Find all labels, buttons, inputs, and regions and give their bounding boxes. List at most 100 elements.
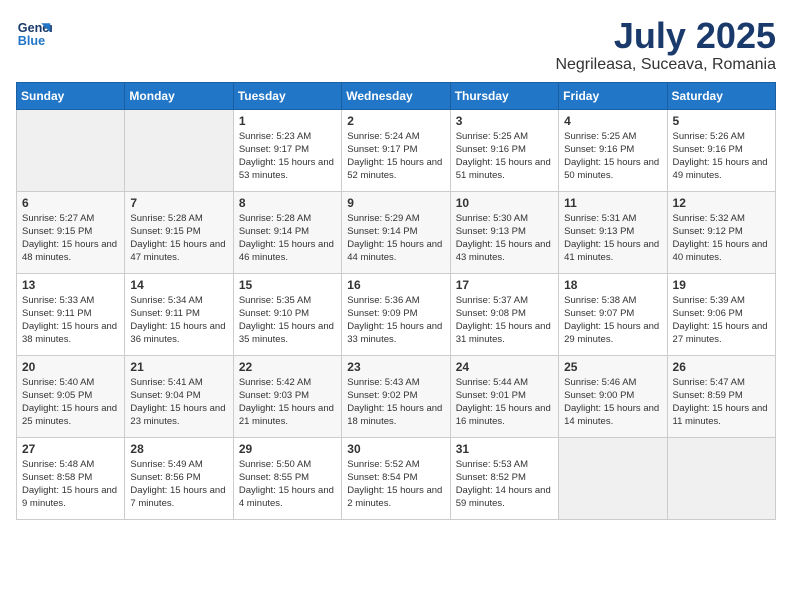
- logo: General Blue: [16, 16, 56, 52]
- calendar-cell: 19 Sunrise: 5:39 AM Sunset: 9:06 PM Dayli…: [667, 273, 775, 355]
- day-info: Sunrise: 5:34 AM Sunset: 9:11 PM Dayligh…: [130, 294, 227, 347]
- calendar-week-row: 20 Sunrise: 5:40 AM Sunset: 9:05 PM Dayli…: [17, 355, 776, 437]
- day-info: Sunrise: 5:42 AM Sunset: 9:03 PM Dayligh…: [239, 376, 336, 429]
- calendar-cell: 14Sunrise: 5:34 AM Sunset: 9:11 PM Dayli…: [125, 273, 233, 355]
- calendar-cell: 23 Sunrise: 5:43 AM Sunset: 9:02 PM Dayli…: [342, 355, 450, 437]
- day-number: 19: [673, 278, 770, 292]
- calendar-cell: 16Sunrise: 5:36 AM Sunset: 9:09 PM Dayli…: [342, 273, 450, 355]
- day-number: 15: [239, 278, 336, 292]
- weekday-header-monday: Monday: [125, 82, 233, 109]
- calendar-week-row: 6 Sunrise: 5:27 AM Sunset: 9:15 PM Daylig…: [17, 191, 776, 273]
- calendar-cell: 28 Sunrise: 5:49 AM Sunset: 8:56 PM Dayli…: [125, 437, 233, 519]
- day-number: 22: [239, 360, 336, 374]
- day-number: 13: [22, 278, 119, 292]
- calendar-cell: 31Sunrise: 5:53 AM Sunset: 8:52 PM Dayli…: [450, 437, 558, 519]
- calendar-cell: 4 Sunrise: 5:25 AM Sunset: 9:16 PM Daylig…: [559, 109, 667, 191]
- calendar-cell: 26 Sunrise: 5:47 AM Sunset: 8:59 PM Dayli…: [667, 355, 775, 437]
- calendar-cell: [559, 437, 667, 519]
- day-info: Sunrise: 5:28 AM Sunset: 9:15 PM Dayligh…: [130, 212, 227, 265]
- weekday-header-tuesday: Tuesday: [233, 82, 341, 109]
- calendar-cell: 20 Sunrise: 5:40 AM Sunset: 9:05 PM Dayli…: [17, 355, 125, 437]
- weekday-header-sunday: Sunday: [17, 82, 125, 109]
- calendar-cell: [667, 437, 775, 519]
- calendar-week-row: 27 Sunrise: 5:48 AM Sunset: 8:58 PM Dayli…: [17, 437, 776, 519]
- day-info: Sunrise: 5:27 AM Sunset: 9:15 PM Dayligh…: [22, 212, 119, 265]
- day-number: 26: [673, 360, 770, 374]
- day-info: Sunrise: 5:41 AM Sunset: 9:04 PM Dayligh…: [130, 376, 227, 429]
- weekday-header-saturday: Saturday: [667, 82, 775, 109]
- day-info: Sunrise: 5:35 AM Sunset: 9:10 PM Dayligh…: [239, 294, 336, 347]
- day-number: 6: [22, 196, 119, 210]
- day-info: Sunrise: 5:25 AM Sunset: 9:16 PM Dayligh…: [456, 130, 553, 183]
- day-info: Sunrise: 5:31 AM Sunset: 9:13 PM Dayligh…: [564, 212, 661, 265]
- calendar-cell: 24 Sunrise: 5:44 AM Sunset: 9:01 PM Dayli…: [450, 355, 558, 437]
- day-number: 18: [564, 278, 661, 292]
- day-number: 3: [456, 114, 553, 128]
- svg-text:Blue: Blue: [18, 34, 45, 48]
- calendar-cell: 30Sunrise: 5:52 AM Sunset: 8:54 PM Dayli…: [342, 437, 450, 519]
- day-number: 27: [22, 442, 119, 456]
- day-number: 21: [130, 360, 227, 374]
- day-number: 8: [239, 196, 336, 210]
- day-info: Sunrise: 5:49 AM Sunset: 8:56 PM Dayligh…: [130, 458, 227, 511]
- weekday-header-row: SundayMondayTuesdayWednesdayThursdayFrid…: [17, 82, 776, 109]
- calendar-cell: 12 Sunrise: 5:32 AM Sunset: 9:12 PM Dayli…: [667, 191, 775, 273]
- day-number: 1: [239, 114, 336, 128]
- day-number: 12: [673, 196, 770, 210]
- day-info: Sunrise: 5:37 AM Sunset: 9:08 PM Dayligh…: [456, 294, 553, 347]
- calendar-cell: 6 Sunrise: 5:27 AM Sunset: 9:15 PM Daylig…: [17, 191, 125, 273]
- day-number: 9: [347, 196, 444, 210]
- day-info: Sunrise: 5:48 AM Sunset: 8:58 PM Dayligh…: [22, 458, 119, 511]
- day-info: Sunrise: 5:25 AM Sunset: 9:16 PM Dayligh…: [564, 130, 661, 183]
- day-info: Sunrise: 5:38 AM Sunset: 9:07 PM Dayligh…: [564, 294, 661, 347]
- calendar-cell: 9 Sunrise: 5:29 AM Sunset: 9:14 PM Daylig…: [342, 191, 450, 273]
- calendar-cell: [17, 109, 125, 191]
- calendar-week-row: 13Sunrise: 5:33 AM Sunset: 9:11 PM Dayli…: [17, 273, 776, 355]
- day-info: Sunrise: 5:44 AM Sunset: 9:01 PM Dayligh…: [456, 376, 553, 429]
- calendar-cell: 1Sunrise: 5:23 AM Sunset: 9:17 PM Daylig…: [233, 109, 341, 191]
- calendar-cell: 5Sunrise: 5:26 AM Sunset: 9:16 PM Daylig…: [667, 109, 775, 191]
- location-title: Negrileasa, Suceava, Romania: [555, 56, 776, 74]
- day-number: 2: [347, 114, 444, 128]
- day-info: Sunrise: 5:50 AM Sunset: 8:55 PM Dayligh…: [239, 458, 336, 511]
- day-info: Sunrise: 5:52 AM Sunset: 8:54 PM Dayligh…: [347, 458, 444, 511]
- day-info: Sunrise: 5:43 AM Sunset: 9:02 PM Dayligh…: [347, 376, 444, 429]
- calendar-cell: 29 Sunrise: 5:50 AM Sunset: 8:55 PM Dayli…: [233, 437, 341, 519]
- day-number: 4: [564, 114, 661, 128]
- day-info: Sunrise: 5:30 AM Sunset: 9:13 PM Dayligh…: [456, 212, 553, 265]
- calendar-cell: 25Sunrise: 5:46 AM Sunset: 9:00 PM Dayli…: [559, 355, 667, 437]
- day-number: 29: [239, 442, 336, 456]
- calendar-cell: 22 Sunrise: 5:42 AM Sunset: 9:03 PM Dayli…: [233, 355, 341, 437]
- day-info: Sunrise: 5:40 AM Sunset: 9:05 PM Dayligh…: [22, 376, 119, 429]
- calendar-cell: 18 Sunrise: 5:38 AM Sunset: 9:07 PM Dayli…: [559, 273, 667, 355]
- calendar-cell: 8 Sunrise: 5:28 AM Sunset: 9:14 PM Daylig…: [233, 191, 341, 273]
- calendar-cell: 13Sunrise: 5:33 AM Sunset: 9:11 PM Dayli…: [17, 273, 125, 355]
- day-info: Sunrise: 5:24 AM Sunset: 9:17 PM Dayligh…: [347, 130, 444, 183]
- day-number: 28: [130, 442, 227, 456]
- calendar-cell: 10 Sunrise: 5:30 AM Sunset: 9:13 PM Dayli…: [450, 191, 558, 273]
- day-number: 10: [456, 196, 553, 210]
- day-number: 25: [564, 360, 661, 374]
- day-info: Sunrise: 5:28 AM Sunset: 9:14 PM Dayligh…: [239, 212, 336, 265]
- calendar-cell: 27 Sunrise: 5:48 AM Sunset: 8:58 PM Dayli…: [17, 437, 125, 519]
- day-number: 16: [347, 278, 444, 292]
- day-number: 23: [347, 360, 444, 374]
- calendar-week-row: 1Sunrise: 5:23 AM Sunset: 9:17 PM Daylig…: [17, 109, 776, 191]
- day-info: Sunrise: 5:47 AM Sunset: 8:59 PM Dayligh…: [673, 376, 770, 429]
- calendar-cell: 15 Sunrise: 5:35 AM Sunset: 9:10 PM Dayli…: [233, 273, 341, 355]
- day-info: Sunrise: 5:39 AM Sunset: 9:06 PM Dayligh…: [673, 294, 770, 347]
- day-info: Sunrise: 5:32 AM Sunset: 9:12 PM Dayligh…: [673, 212, 770, 265]
- calendar-cell: 7Sunrise: 5:28 AM Sunset: 9:15 PM Daylig…: [125, 191, 233, 273]
- logo-icon: General Blue: [16, 16, 52, 52]
- day-number: 24: [456, 360, 553, 374]
- calendar-table: SundayMondayTuesdayWednesdayThursdayFrid…: [16, 82, 776, 520]
- calendar-cell: 3 Sunrise: 5:25 AM Sunset: 9:16 PM Daylig…: [450, 109, 558, 191]
- month-title: July 2025: [555, 16, 776, 56]
- calendar-cell: 17Sunrise: 5:37 AM Sunset: 9:08 PM Dayli…: [450, 273, 558, 355]
- day-info: Sunrise: 5:29 AM Sunset: 9:14 PM Dayligh…: [347, 212, 444, 265]
- weekday-header-wednesday: Wednesday: [342, 82, 450, 109]
- day-number: 20: [22, 360, 119, 374]
- day-info: Sunrise: 5:26 AM Sunset: 9:16 PM Dayligh…: [673, 130, 770, 183]
- day-number: 31: [456, 442, 553, 456]
- weekday-header-thursday: Thursday: [450, 82, 558, 109]
